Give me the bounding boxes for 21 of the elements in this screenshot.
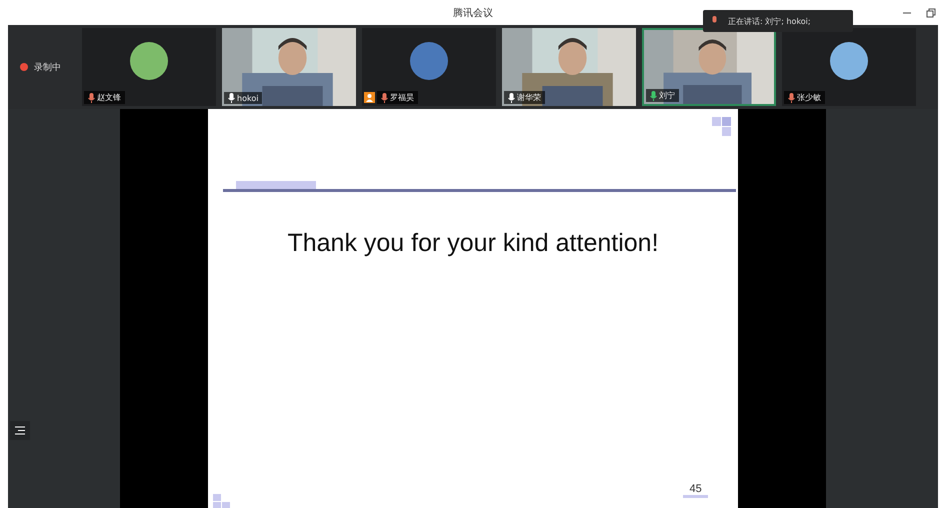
speaking-text: 正在讲话: 刘宁; hokoi; bbox=[728, 16, 811, 26]
participant-tile[interactable]: 谢华荣 bbox=[502, 28, 636, 106]
window-title: 腾讯会议 bbox=[453, 6, 493, 20]
recording-label: 录制中 bbox=[34, 62, 61, 74]
participant-name: 张少敏 bbox=[784, 91, 825, 104]
participant-tile[interactable]: hokoi bbox=[222, 28, 356, 106]
participant-name: hokoi bbox=[224, 92, 262, 104]
slide-title: Thank you for your kind attention! bbox=[286, 229, 660, 258]
list-icon[interactable] bbox=[10, 421, 30, 440]
participant-tile[interactable]: 刘宁 bbox=[642, 28, 776, 106]
participant-tile[interactable]: 赵文锋 bbox=[82, 28, 216, 106]
decoration-drawing bbox=[712, 117, 732, 137]
decoration-drawing bbox=[213, 494, 232, 508]
participant-tile[interactable]: 罗福昊 bbox=[362, 28, 496, 106]
page-number: 45 bbox=[683, 483, 708, 498]
restore-icon[interactable] bbox=[926, 8, 936, 18]
participant-tile[interactable]: 张少敏 bbox=[782, 28, 916, 106]
participant-name: 谢华荣 bbox=[504, 91, 545, 104]
participant-name: 赵文锋 bbox=[84, 91, 125, 104]
participant-name: 罗福昊 bbox=[377, 91, 418, 104]
participant-name: 刘宁 bbox=[646, 89, 679, 102]
